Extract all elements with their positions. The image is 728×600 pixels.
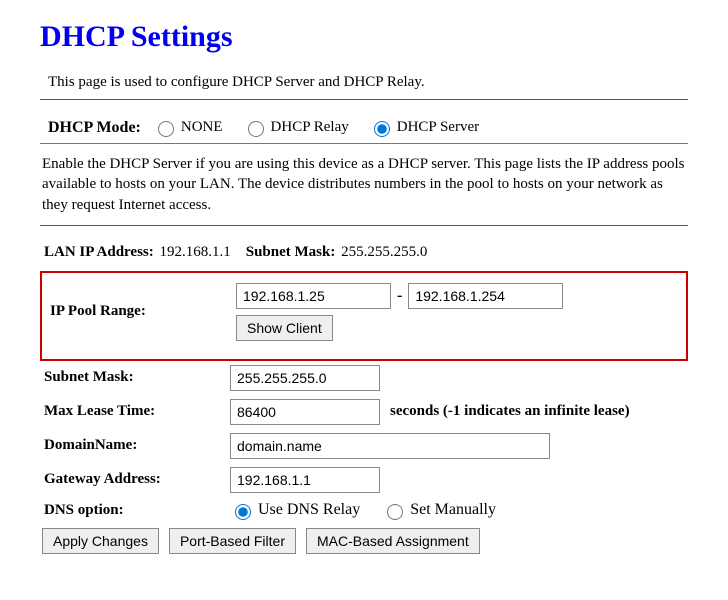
dns-relay-option[interactable]: Use DNS Relay	[230, 501, 360, 520]
page-title: DHCP Settings	[40, 20, 688, 54]
domain-label: DomainName:	[40, 437, 230, 454]
mode-option-none[interactable]: NONE	[153, 118, 223, 137]
pool-dash: -	[395, 287, 404, 305]
lease-row: Max Lease Time: seconds (-1 indicates an…	[40, 399, 688, 425]
lease-input[interactable]	[230, 399, 380, 425]
divider	[40, 99, 688, 100]
mode-option-relay[interactable]: DHCP Relay	[243, 118, 349, 137]
show-client-button[interactable]: Show Client	[236, 315, 333, 341]
lan-ip-label: LAN IP Address:	[44, 244, 154, 260]
radio-server[interactable]	[374, 121, 390, 137]
lease-label: Max Lease Time:	[40, 403, 230, 420]
dns-label: DNS option:	[40, 502, 230, 519]
pool-end-input[interactable]	[408, 283, 563, 309]
ip-pool-label: IP Pool Range:	[46, 303, 236, 320]
dns-row: DNS option: Use DNS Relay Set Manually	[40, 501, 688, 520]
lan-info: LAN IP Address: 192.168.1.1 Subnet Mask:…	[44, 244, 688, 261]
domain-input[interactable]	[230, 433, 550, 459]
pool-start-input[interactable]	[236, 283, 391, 309]
domain-row: DomainName:	[40, 433, 688, 459]
dns-manual-text: Set Manually	[410, 501, 496, 519]
ip-pool-highlight: IP Pool Range: - Show Client	[40, 271, 688, 361]
subnet-row: Subnet Mask:	[40, 365, 688, 391]
action-buttons: Apply Changes Port-Based Filter MAC-Base…	[40, 528, 688, 554]
mode-server-text: DHCP Server	[397, 119, 479, 136]
subnet-input[interactable]	[230, 365, 380, 391]
lan-mask-label: Subnet Mask:	[246, 244, 336, 260]
divider	[40, 143, 688, 144]
dns-relay-text: Use DNS Relay	[258, 501, 360, 519]
subnet-label: Subnet Mask:	[40, 369, 230, 386]
apply-changes-button[interactable]: Apply Changes	[42, 528, 159, 554]
divider	[40, 225, 688, 226]
dhcp-mode-row: DHCP Mode: NONE DHCP Relay DHCP Server	[40, 118, 688, 137]
dhcp-mode-label: DHCP Mode:	[48, 119, 141, 137]
gateway-row: Gateway Address:	[40, 467, 688, 493]
lan-mask-value: 255.255.255.0	[341, 244, 427, 260]
mode-none-text: NONE	[181, 119, 223, 136]
lan-ip-value: 192.168.1.1	[160, 244, 231, 260]
mode-description: Enable the DHCP Server if you are using …	[42, 154, 688, 215]
radio-none[interactable]	[158, 121, 174, 137]
gateway-label: Gateway Address:	[40, 471, 230, 488]
gateway-input[interactable]	[230, 467, 380, 493]
radio-relay[interactable]	[248, 121, 264, 137]
dns-manual-option[interactable]: Set Manually	[382, 501, 496, 520]
mode-option-server[interactable]: DHCP Server	[369, 118, 479, 137]
intro-text: This page is used to configure DHCP Serv…	[48, 74, 688, 91]
port-based-filter-button[interactable]: Port-Based Filter	[169, 528, 296, 554]
radio-dns-relay[interactable]	[235, 504, 251, 520]
mac-based-assignment-button[interactable]: MAC-Based Assignment	[306, 528, 480, 554]
lease-suffix: seconds (-1 indicates an infinite lease)	[390, 403, 630, 420]
radio-dns-manual[interactable]	[387, 504, 403, 520]
mode-relay-text: DHCP Relay	[271, 119, 349, 136]
